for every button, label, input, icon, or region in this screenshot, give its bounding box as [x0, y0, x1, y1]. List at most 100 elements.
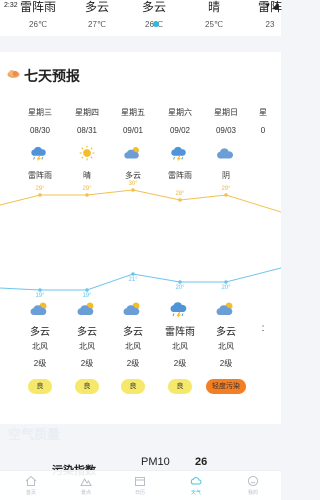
hour-col: 多云 27℃ [72, 0, 122, 29]
aqi-badge: 良 [75, 379, 99, 394]
overcast-icon [217, 148, 234, 159]
high-temp-label: 29° [221, 186, 231, 192]
night-icon-wrap [28, 300, 52, 318]
wind-direction: 北风 [218, 342, 234, 351]
high-temp-label: 29° [35, 186, 45, 192]
wind-direction: 北风 [172, 342, 188, 351]
night-condition: 多云 [123, 327, 143, 338]
day-date: 09/03 [215, 126, 237, 135]
nav-scenic[interactable]: 景点 [66, 475, 106, 496]
wind-level: 2级 [80, 359, 94, 368]
aqi-badge: 良 [28, 379, 52, 394]
bottom-nav: 首页 景点 日历 天气 我的 [0, 470, 281, 500]
low-temp-label: 19° [82, 293, 92, 299]
cloud-sun-icon [216, 302, 233, 315]
nav-calendar[interactable]: 日历 [120, 475, 160, 496]
hour-condition: 多云 [141, 0, 166, 14]
hour-temp: 27℃ [88, 20, 106, 29]
night-icon-wrap [121, 300, 145, 318]
day-date: 09/02 [169, 126, 191, 135]
current-hour-dot [153, 21, 159, 27]
thunder-icon [171, 146, 186, 162]
aqi-badge: 轻度污染 [206, 379, 246, 394]
day-date: 09/01 [122, 126, 144, 135]
low-temp-label: 19° [35, 293, 45, 299]
nav-weather[interactable]: 天气 [176, 475, 216, 496]
aqi-badge: 良 [121, 379, 145, 394]
high-temp-label: 30° [128, 181, 138, 187]
day-condition: 雷阵雨 [168, 171, 192, 180]
night-condition: 多云 [77, 327, 97, 338]
day-icon-wrap [215, 144, 237, 162]
low-temp-label: 20° [175, 285, 185, 291]
nav-label: 我的 [247, 490, 258, 496]
low-temp-label: 21° [128, 277, 138, 283]
night-icon-wrap [168, 300, 192, 319]
day-condition: 晴 [83, 171, 91, 180]
wind-level: 2级 [219, 359, 233, 368]
hour-condition: 雷阵雨 [19, 0, 56, 14]
cloud-sun-icon [30, 302, 47, 315]
wind-direction: 北风 [125, 342, 141, 351]
day-icon-wrap [76, 144, 98, 162]
hour-col: 雷阵雨 26℃ [13, 0, 63, 29]
cloud-sun-icon [77, 302, 94, 315]
calendar-icon [135, 477, 145, 486]
low-temp-label: 20° [221, 285, 231, 291]
day-date: 08/31 [76, 126, 98, 135]
night-icon-wrap [75, 300, 99, 318]
nav-label: 日历 [134, 490, 145, 496]
day-condition: 阴 [222, 171, 230, 180]
sun-icon [79, 145, 95, 161]
day-name: 星期六 [168, 108, 192, 117]
high-temp-label: 29° [82, 186, 92, 192]
hour-col: 晴 25℃ [189, 0, 239, 29]
air-quality-title: 空气质量 [8, 427, 61, 442]
wind-level: 2级 [173, 359, 187, 368]
day-date: 0 [260, 126, 266, 135]
day-condition: 多云 [125, 171, 141, 180]
hour-temp: 25℃ [205, 20, 223, 29]
nav-label: 天气 [190, 490, 201, 496]
wind-level: 2级 [126, 359, 140, 368]
day-column: 星期五 09/01 [113, 107, 153, 135]
day-condition: 雷阵雨 [28, 171, 52, 180]
cloud-sun-icon [124, 147, 139, 159]
thunder-icon [170, 302, 187, 319]
weather-icon [190, 477, 202, 485]
pm10-value: 26 [195, 456, 208, 468]
day-icon-wrap [122, 144, 144, 162]
hour-condition: 多云 [84, 0, 109, 14]
day-column: 星期日 09/03 [206, 107, 246, 135]
mountain-icon [80, 478, 92, 486]
day-icon-wrap [29, 144, 51, 162]
nav-home[interactable]: 首页 [11, 475, 51, 496]
cloud-sun-icon [123, 302, 140, 315]
day-name: 星期三 [28, 108, 52, 117]
smile-icon [247, 475, 259, 487]
hour-temp: 26℃ [29, 20, 47, 29]
nav-label: 首页 [25, 490, 36, 496]
hour-condition: 雷阵 [257, 0, 282, 14]
hourly-strip: 2:32 ▾ ◢ 雷阵雨 26℃ 多云 27℃ 多云 26℃ 晴 25℃ 雷阵 … [0, 0, 282, 36]
wind-direction: 北风 [32, 342, 48, 351]
pm10-label: PM10 [141, 456, 170, 468]
hour-temp: 23 [265, 20, 275, 29]
night-icon-wrap [214, 300, 238, 318]
day-column: 星0 [243, 107, 283, 135]
weather-title-icon [7, 70, 20, 78]
nav-mine[interactable]: 我的 [233, 475, 273, 496]
thunder-icon [31, 146, 46, 162]
day-date: 08/30 [29, 126, 51, 135]
night-condition: 多云 [30, 327, 50, 338]
day-name: 星期四 [75, 108, 99, 117]
day-icon-wrap [169, 144, 191, 162]
nav-label: 景点 [80, 490, 91, 496]
home-icon [25, 475, 37, 486]
day-name: 星期日 [214, 108, 238, 117]
aqi-badge: 良 [168, 379, 192, 394]
hour-condition: 晴 [207, 0, 220, 14]
day-column: 星期六 09/02 [160, 107, 200, 135]
wind-direction: 北风 [79, 342, 95, 351]
day-name: 星 [259, 108, 267, 117]
